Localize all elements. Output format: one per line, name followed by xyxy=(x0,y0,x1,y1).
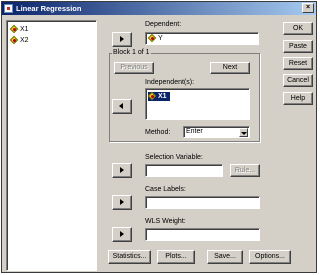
help-button[interactable]: Help xyxy=(283,92,313,105)
dependent-field[interactable]: Y xyxy=(145,32,259,45)
plots-button[interactable]: Plots... xyxy=(157,250,195,264)
reset-button[interactable]: Reset xyxy=(283,57,313,70)
variable-label: X1 xyxy=(20,26,29,33)
app-icon xyxy=(4,4,13,13)
cancel-button[interactable]: Cancel xyxy=(283,74,313,87)
arrow-right-icon xyxy=(120,36,124,42)
independents-label: Independent(s): xyxy=(145,79,195,86)
arrow-right-icon xyxy=(120,167,124,173)
dependent-label: Dependent: xyxy=(145,21,182,28)
statistics-button[interactable]: Statistics... xyxy=(108,250,151,264)
ok-button[interactable]: OK xyxy=(283,22,313,35)
next-button[interactable]: Next xyxy=(210,62,250,74)
options-button[interactable]: Options... xyxy=(249,250,291,264)
move-to-case-labels-button[interactable] xyxy=(112,195,132,210)
arrow-right-icon xyxy=(120,199,124,205)
title-bar[interactable]: Linear Regression × xyxy=(2,2,316,15)
block-title: Block 1 of 1 xyxy=(112,49,151,57)
arrow-left-icon xyxy=(119,103,123,109)
method-label: Method: xyxy=(145,129,171,136)
list-item-x2[interactable]: X2 xyxy=(9,35,29,45)
move-to-independents-button[interactable] xyxy=(112,99,132,114)
dependent-value: Y xyxy=(158,35,163,42)
scale-variable-icon xyxy=(147,91,157,101)
independents-list[interactable]: X1 xyxy=(145,88,250,120)
method-value: Enter xyxy=(186,128,203,135)
paste-button[interactable]: Paste xyxy=(283,40,313,53)
scale-variable-icon xyxy=(9,24,19,34)
method-select[interactable]: Enter xyxy=(183,126,250,138)
list-item-independent-x1[interactable]: X1 xyxy=(147,91,170,101)
arrow-right-icon xyxy=(120,231,124,237)
source-variable-list[interactable]: X1 X2 xyxy=(6,20,97,271)
move-to-wls-weight-button[interactable] xyxy=(112,227,132,242)
close-button[interactable]: × xyxy=(302,3,314,13)
scale-variable-icon xyxy=(147,33,157,43)
case-labels-label: Case Labels: xyxy=(145,186,186,193)
window-title: Linear Regression xyxy=(16,4,82,13)
rule-button[interactable]: Rule... xyxy=(230,164,260,177)
selection-variable-label: Selection Variable: xyxy=(145,154,203,161)
save-button[interactable]: Save... xyxy=(207,250,243,264)
move-to-dependent-button[interactable] xyxy=(112,32,132,47)
variable-label: X2 xyxy=(20,37,29,44)
chevron-down-icon[interactable] xyxy=(239,128,248,137)
move-to-selection-variable-button[interactable] xyxy=(112,163,132,178)
selection-variable-field[interactable] xyxy=(145,164,223,177)
previous-button[interactable]: Previous xyxy=(114,62,154,74)
wls-weight-field[interactable] xyxy=(145,228,260,241)
list-item-x1[interactable]: X1 xyxy=(9,24,29,34)
wls-weight-label: WLS Weight: xyxy=(145,218,186,225)
case-labels-field[interactable] xyxy=(145,196,260,209)
variable-label: X1 xyxy=(158,93,167,100)
linear-regression-dialog: Linear Regression × X1 X2 Dependent: Y O… xyxy=(1,1,317,273)
scale-variable-icon xyxy=(9,35,19,45)
